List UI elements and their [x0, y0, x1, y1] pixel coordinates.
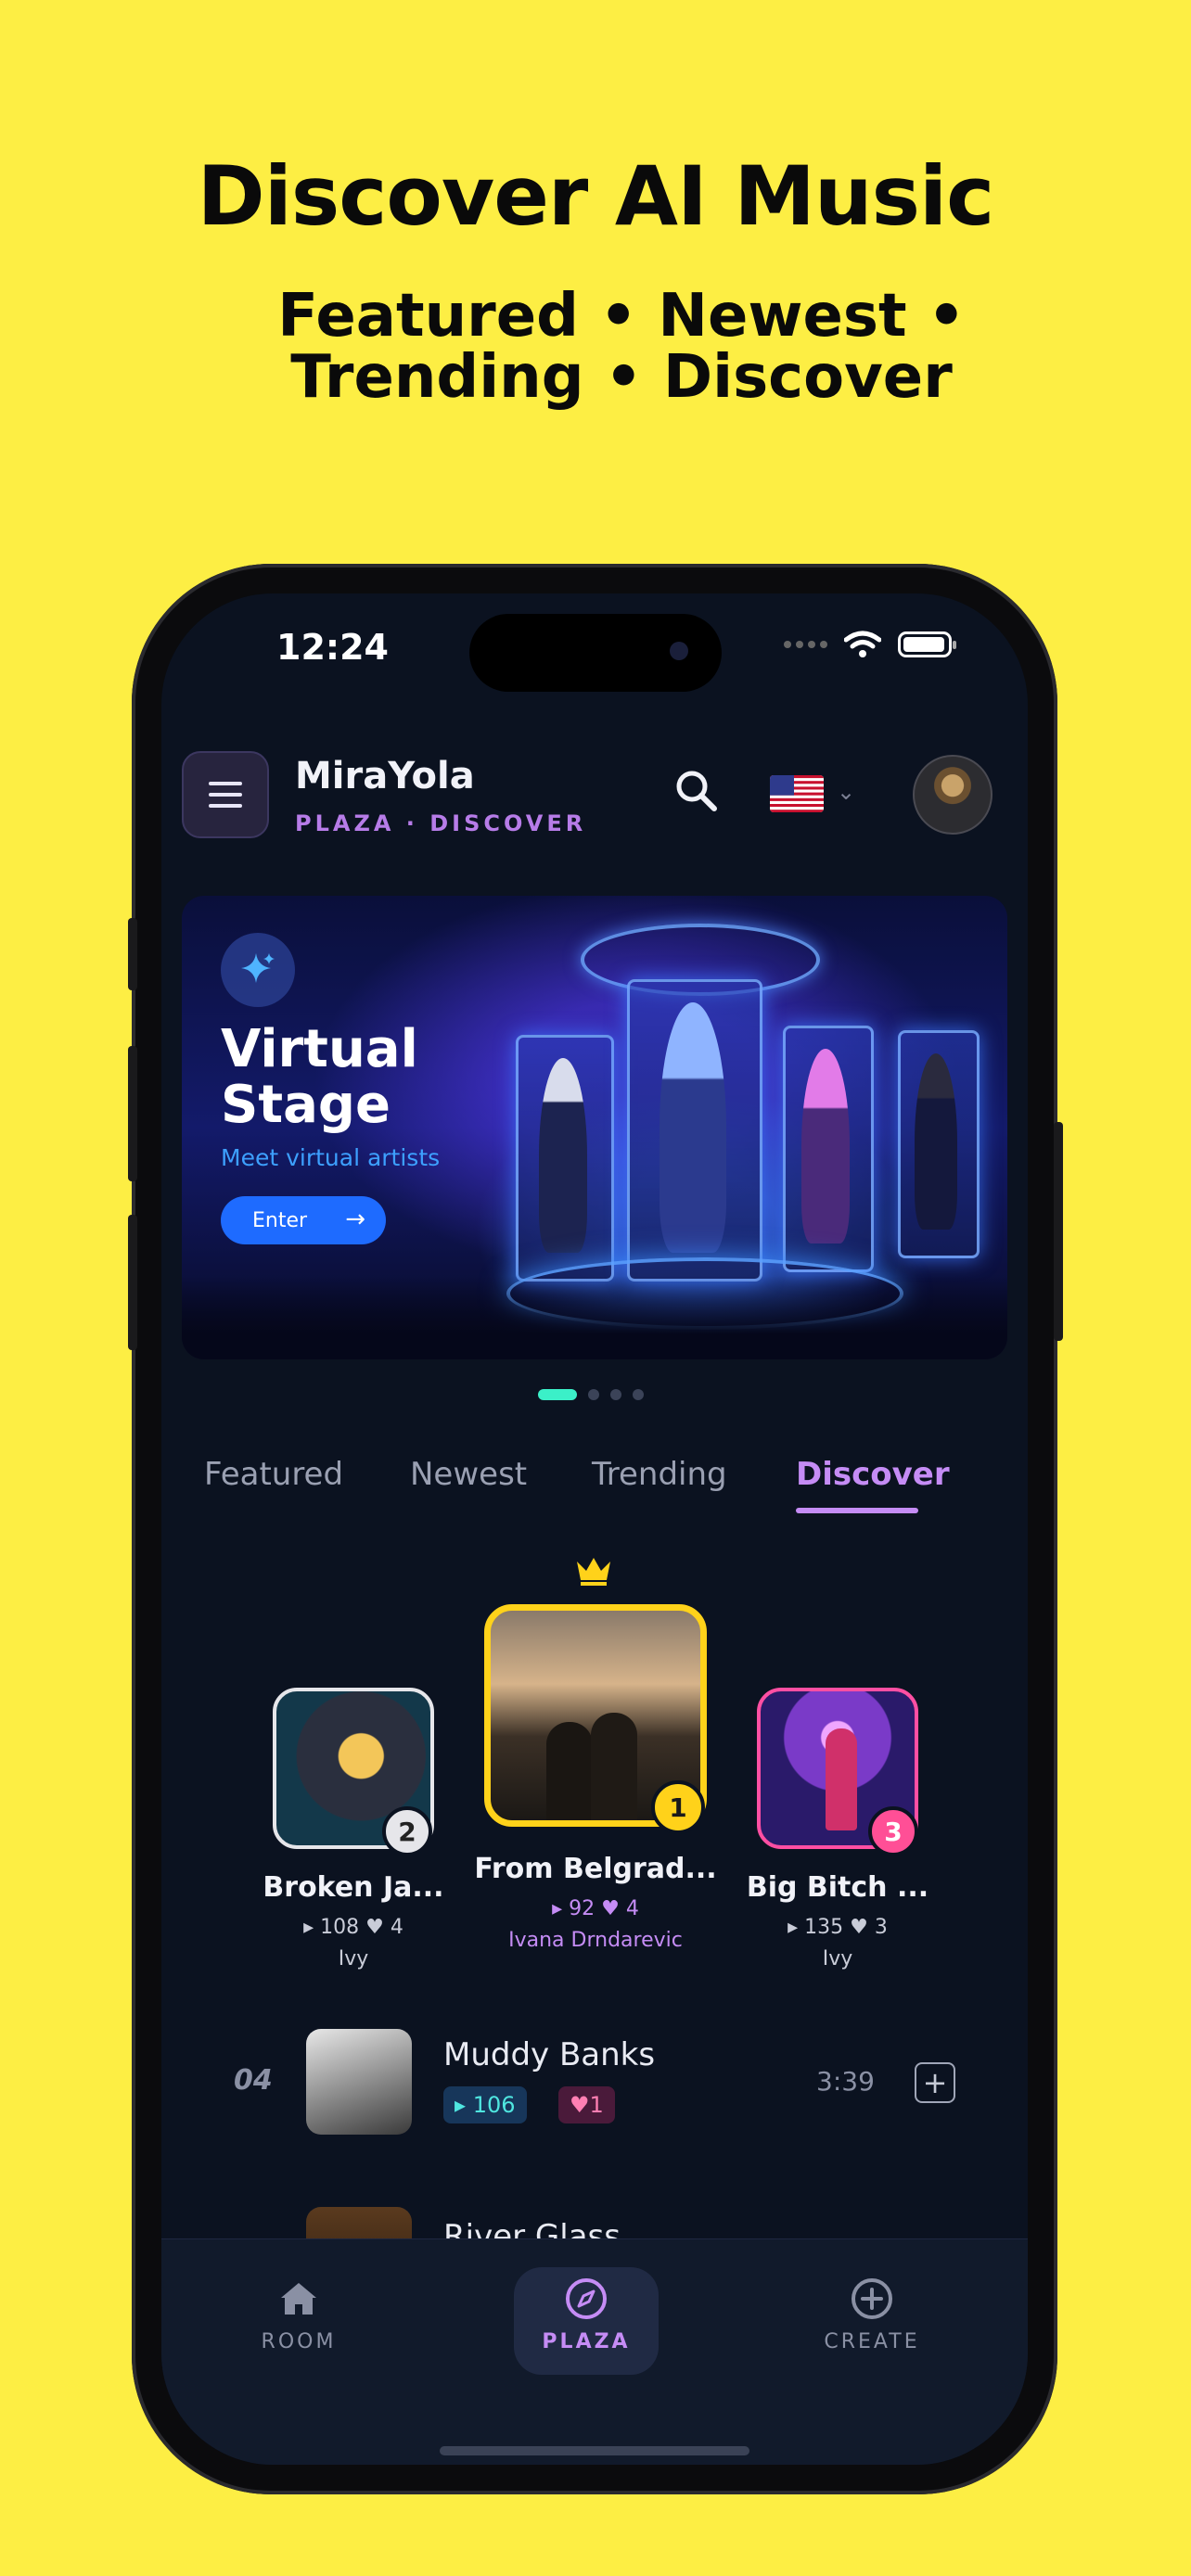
app-screen: 12:24 MiraYola PLAZA · DISCOVER ⌄ Virtua… — [161, 593, 1028, 2465]
play-icon: ▸ — [303, 1916, 321, 1939]
rank-badge-second: 2 — [382, 1806, 432, 1856]
artist-figure — [660, 1002, 726, 1253]
pager-dot[interactable] — [610, 1389, 621, 1400]
podium-title-third[interactable]: Big Bitch ... — [731, 1871, 944, 1904]
hamburger-icon — [209, 782, 242, 785]
featured-banner[interactable]: Virtual Stage Meet virtual artists Enter… — [182, 896, 1007, 1359]
arrow-right-icon: → — [345, 1205, 365, 1233]
banner-pager — [538, 1389, 644, 1400]
wifi-icon — [844, 631, 881, 657]
enter-button[interactable]: Enter → — [221, 1196, 386, 1244]
compass-icon — [503, 2273, 670, 2325]
podium-title-second[interactable]: Broken Ja... — [247, 1871, 460, 1904]
track-cover[interactable] — [306, 2029, 412, 2135]
status-time: 12:24 — [276, 627, 389, 668]
promo-headline: Discover AI Music — [197, 148, 995, 244]
tab-active-indicator — [796, 1508, 918, 1513]
menu-button[interactable] — [182, 751, 269, 838]
nav-label-plaza: PLAZA — [542, 2330, 631, 2353]
banner-title: Virtual Stage — [221, 1019, 418, 1135]
add-to-playlist-button[interactable]: + — [915, 2062, 955, 2103]
chevron-down-icon[interactable]: ⌄ — [837, 779, 855, 805]
nav-label-room: ROOM — [261, 2330, 337, 2353]
phone-side-button — [128, 1046, 137, 1181]
phone-side-button — [128, 918, 137, 990]
tab-discover[interactable]: Discover — [796, 1456, 950, 1493]
play-icon: ▸ — [788, 1916, 805, 1939]
battery-icon — [898, 631, 956, 657]
search-icon[interactable] — [670, 764, 725, 820]
heart-icon: ♥ — [570, 2092, 590, 2118]
home-icon — [215, 2273, 382, 2325]
us-flag-icon[interactable] — [770, 775, 824, 812]
enter-button-label: Enter — [252, 1208, 308, 1232]
track-duration: 3:39 — [816, 2066, 875, 2097]
heart-icon: ♥ — [601, 1897, 626, 1920]
tab-newest[interactable]: Newest — [410, 1456, 527, 1493]
nav-label-create: CREATE — [824, 2330, 920, 2353]
podium-artist-second[interactable]: Ivy — [247, 1947, 460, 1970]
breadcrumb: PLAZA · DISCOVER — [295, 810, 587, 836]
pager-dot[interactable] — [588, 1389, 599, 1400]
bottom-nav: ROOM PLAZA CREATE — [161, 2238, 1028, 2465]
podium-title-first[interactable]: From Belgrad... — [456, 1853, 735, 1885]
heart-icon: ♥ — [850, 1916, 875, 1939]
phone-side-button — [128, 1215, 137, 1350]
avatar[interactable] — [913, 755, 992, 835]
camera-icon — [670, 642, 688, 660]
podium-stats-third: ▸ 135 ♥ 3 — [788, 1916, 888, 1939]
nav-item-room[interactable]: ROOM — [215, 2273, 382, 2353]
track-likes: ♥ 1 — [558, 2086, 615, 2123]
signal-icon — [784, 641, 827, 648]
nav-item-create[interactable]: CREATE — [788, 2273, 955, 2353]
track-plays: ▸ 106 — [443, 2086, 527, 2123]
podium-artist-third[interactable]: Ivy — [731, 1947, 944, 1970]
artist-figure — [539, 1058, 587, 1253]
play-icon: ▸ — [552, 1897, 570, 1920]
rank-badge-third: 3 — [868, 1806, 918, 1856]
crowd — [182, 1276, 1007, 1359]
phone-side-button — [1054, 1122, 1063, 1341]
status-icons — [784, 631, 956, 658]
home-indicator[interactable] — [440, 2446, 749, 2455]
tab-trending[interactable]: Trending — [592, 1456, 727, 1493]
app-name: MiraYola — [295, 755, 475, 797]
podium-artist-first[interactable]: Ivana Drndarevic — [456, 1929, 735, 1952]
heart-icon: ♥ — [365, 1916, 391, 1939]
track-title[interactable]: Muddy Banks — [443, 2036, 655, 2073]
tab-bar: Featured Newest Trending Discover — [204, 1456, 992, 1511]
podium-stats-first: ▸ 92 ♥ 4 — [552, 1897, 639, 1920]
play-icon: ▸ — [455, 2092, 473, 2118]
track-number: 04 — [234, 2064, 273, 2097]
pager-dot[interactable] — [538, 1389, 577, 1400]
artist-figure — [801, 1049, 850, 1243]
sparkle-icon — [221, 933, 295, 1007]
podium-stats-second: ▸ 108 ♥ 4 — [303, 1916, 403, 1939]
banner-subtitle: Meet virtual artists — [221, 1144, 441, 1171]
artist-figure — [915, 1053, 957, 1230]
pager-dot[interactable] — [633, 1389, 644, 1400]
rank-badge-first: 1 — [651, 1780, 705, 1834]
nav-item-plaza[interactable]: PLAZA — [503, 2273, 670, 2353]
crown-icon — [577, 1558, 610, 1586]
plus-circle-icon — [788, 2273, 955, 2325]
tab-featured[interactable]: Featured — [204, 1456, 343, 1493]
promo-subline: Featured • Newest • Trending • Discover — [277, 282, 966, 412]
